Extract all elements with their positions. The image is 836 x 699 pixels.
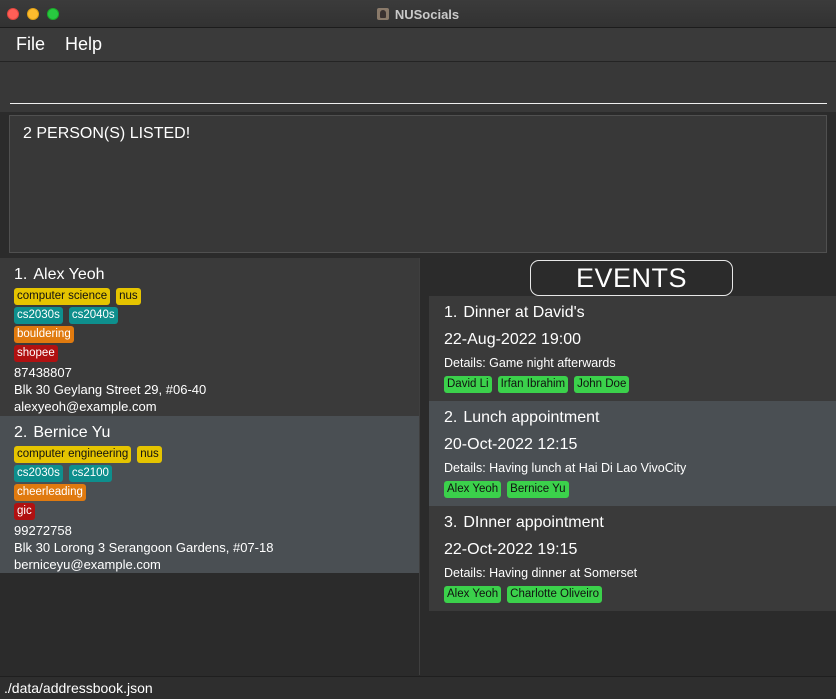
event-index: 3. (444, 514, 458, 531)
attendee-tag: John Doe (574, 376, 630, 393)
person-name: Alex Yeoh (33, 266, 105, 283)
person-tag: nus (137, 446, 162, 463)
person-list-panel[interactable]: 1. Alex Yeoh computer science nus cs2030s cs2… (0, 258, 420, 675)
event-details: Details: Game night afterwards (444, 356, 616, 370)
event-index: 1. (444, 304, 458, 321)
window-title: NUSocials (394, 6, 460, 22)
event-card[interactable]: 3. DInner appointment 22-Oct-2022 19:15 Det… (429, 506, 836, 611)
person-phone: 87438807 (14, 365, 72, 380)
menu-file[interactable]: File (16, 34, 45, 55)
person-tag: computer engineering (14, 446, 132, 463)
person-index: 2. (14, 424, 28, 441)
event-name-row: 3. DInner appointment (444, 514, 821, 537)
person-tag: cheerleading (14, 484, 86, 501)
person-tag: computer science (14, 288, 111, 305)
person-tag: bouldering (14, 326, 74, 343)
app-icon (376, 8, 389, 20)
event-datetime: 20-Oct-2022 12:15 (444, 436, 578, 453)
event-card[interactable]: 1. Dinner at David's 22-Aug-2022 19:00 Deta… (429, 296, 836, 401)
main-panes: 1. Alex Yeoh computer science nus cs2030s cs2… (0, 258, 836, 675)
event-name-row: 2. Lunch appointment (444, 409, 821, 432)
person-name-row: 1. Alex Yeoh (14, 266, 405, 288)
title-bar: NUSocials (0, 0, 836, 28)
person-tag: cs2030s (14, 465, 63, 482)
person-address: Blk 30 Lorong 3 Serangoon Gardens, #07-1… (14, 540, 274, 555)
person-tag: shopee (14, 345, 58, 362)
attendee-tag: David Li (444, 376, 492, 393)
person-name-row: 2. Bernice Yu (14, 424, 405, 446)
attendee-tag: Charlotte Oliveiro (507, 586, 603, 603)
event-details: Details: Having dinner at Somerset (444, 566, 638, 580)
attendee-tag: Alex Yeoh (444, 586, 502, 603)
result-display: 2 PERSON(S) LISTED! (9, 115, 827, 253)
tag-row: shopee (14, 345, 405, 364)
event-attendees: David Li Irfan Ibrahim John Doe (444, 376, 821, 393)
event-attendees: Alex Yeoh Bernice Yu (444, 481, 821, 498)
person-address: Blk 30 Geylang Street 29, #06-40 (14, 382, 207, 397)
event-name: Lunch appointment (463, 409, 600, 426)
tag-row: cs2030s cs2100 (14, 465, 405, 484)
person-tag: nus (116, 288, 141, 305)
command-box (0, 62, 836, 112)
event-attendees: Alex Yeoh Charlotte Oliveiro (444, 586, 821, 603)
event-list-panel[interactable]: EVENTS 1. Dinner at David's 22-Aug-2022 19… (420, 258, 836, 675)
person-card[interactable]: 1. Alex Yeoh computer science nus cs2030s cs2… (0, 258, 419, 416)
event-datetime: 22-Oct-2022 19:15 (444, 541, 578, 558)
event-datetime: 22-Aug-2022 19:00 (444, 331, 581, 348)
menu-bar: File Help (0, 28, 836, 62)
event-name: Dinner at David's (463, 304, 585, 321)
person-email: alexyeoh@example.com (14, 399, 157, 414)
result-text: 2 PERSON(S) LISTED! (23, 125, 191, 142)
person-name: Bernice Yu (33, 424, 111, 441)
tag-row: cheerleading (14, 484, 405, 503)
event-card[interactable]: 2. Lunch appointment 20-Oct-2022 12:15 Deta… (429, 401, 836, 506)
attendee-tag: Irfan Ibrahim (497, 376, 569, 393)
person-card[interactable]: 2. Bernice Yu computer engineering nus cs203… (0, 416, 419, 573)
window-title-group: NUSocials (0, 0, 836, 28)
person-tag: cs2030s (14, 307, 63, 324)
person-tag: cs2040s (68, 307, 118, 324)
event-name: DInner appointment (463, 514, 604, 531)
event-details: Details: Having lunch at Hai Di Lao Vivo… (444, 461, 687, 475)
person-phone: 99272758 (14, 523, 72, 538)
tag-row: bouldering (14, 326, 405, 345)
menu-help[interactable]: Help (65, 34, 102, 55)
tag-row: computer science nus (14, 288, 405, 307)
event-name-row: 1. Dinner at David's (444, 304, 821, 327)
tag-row: computer engineering nus (14, 446, 405, 465)
person-email: berniceyu@example.com (14, 557, 161, 572)
person-index: 1. (14, 266, 28, 283)
command-input[interactable] (10, 72, 827, 104)
person-tag: cs2100 (68, 465, 112, 482)
tag-row: cs2030s cs2040s (14, 307, 405, 326)
events-header: EVENTS (530, 260, 733, 296)
attendee-tag: Bernice Yu (507, 481, 569, 498)
status-bar-footer: ./data/addressbook.json (0, 676, 836, 699)
tag-row: gic (14, 503, 405, 522)
person-tag: gic (14, 503, 35, 520)
attendee-tag: Alex Yeoh (444, 481, 502, 498)
event-index: 2. (444, 409, 458, 426)
